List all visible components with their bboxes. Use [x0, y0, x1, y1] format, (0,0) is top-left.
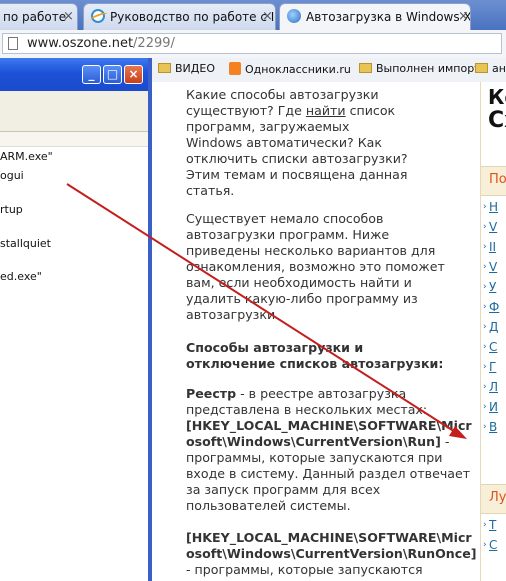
address-bar[interactable]: www.oszone.net/2299/ [2, 33, 502, 54]
registry-paragraph: Реестр - в реестре автозагрузка представ… [186, 386, 428, 417]
bullet-icon: › [483, 422, 487, 432]
sidebar-section-header: По [481, 166, 506, 196]
page-icon [8, 37, 18, 50]
bullet-icon: › [483, 342, 487, 352]
sidebar-link[interactable]: Г [489, 360, 496, 374]
ie-icon [91, 9, 105, 23]
sidebar-section-header: Лу [481, 484, 506, 514]
xp-text-line: stallquiet [0, 237, 51, 250]
section-heading: Способы автозагрузки и отключение списко… [186, 340, 444, 371]
sidebar-link[interactable]: Ф [489, 300, 499, 314]
bookmark-imported[interactable]: Выполнен импорт [359, 62, 481, 75]
bookmark-an[interactable]: ан [475, 62, 506, 75]
ad-text: Сх [488, 108, 506, 133]
minimize-button[interactable]: _ [82, 65, 101, 84]
maximize-button[interactable]: □ [103, 65, 122, 84]
xp-text-line: ed.exe" [0, 270, 42, 283]
article-content: Какие способы автозагрузки существуют? Г… [152, 82, 480, 581]
close-button[interactable]: × [124, 65, 143, 84]
bullet-icon: › [483, 540, 487, 550]
bullet-icon: › [483, 402, 487, 412]
folder-icon [475, 63, 488, 73]
sidebar-link[interactable]: V [489, 220, 497, 234]
bullet-icon: › [483, 282, 487, 292]
sidebar-link[interactable]: И [489, 400, 498, 414]
bullet-icon: › [483, 382, 487, 392]
browser-toolbar: www.oszone.net/2299/ [0, 30, 506, 59]
find-link[interactable]: найти [306, 103, 346, 118]
registry-key-run: [HKEY_LOCAL_MACHINE\SOFTWARE\Microsoft\W… [186, 418, 472, 513]
bullet-icon: › [483, 242, 487, 252]
xp-header-row [0, 132, 148, 147]
globe-icon [287, 9, 301, 23]
xp-text-line: ogui [0, 169, 24, 182]
bookmarks-bar: ВИДЕО Одноклассники.ru Выполнен импорт а… [152, 58, 506, 83]
sidebar-link[interactable]: С [489, 538, 497, 552]
tab-label: Автозагрузка в Windows XF [306, 10, 471, 24]
browser-tab-strip: по работе × Руководство по работе с II ×… [0, 0, 506, 30]
sidebar-link[interactable]: II [489, 240, 496, 254]
tab-guide-ie[interactable]: Руководство по работе с II × [83, 3, 276, 30]
xp-text-line: ARM.exe" [0, 150, 53, 163]
bookmark-video[interactable]: ВИДЕО [158, 62, 215, 75]
sidebar-link[interactable]: T [489, 518, 496, 532]
xp-text-line: rtup [0, 203, 23, 216]
ad-text: Ко [488, 85, 506, 109]
tab-work[interactable]: по работе × [0, 3, 78, 30]
ad-banner[interactable]: Ко Сх [484, 82, 506, 150]
folder-icon [359, 63, 372, 73]
tab-close-icon[interactable]: × [262, 5, 273, 29]
sidebar-link[interactable]: Д [489, 320, 498, 334]
registry-key-runonce: [HKEY_LOCAL_MACHINE\SOFTWARE\Microsoft\W… [186, 530, 477, 577]
bullet-icon: › [483, 520, 487, 530]
sidebar-link[interactable]: Л [489, 380, 498, 394]
tab-label: по работе [3, 10, 67, 24]
tab-close-icon[interactable]: × [458, 5, 469, 29]
sidebar-link[interactable]: V [489, 260, 497, 274]
bullet-icon: › [483, 302, 487, 312]
right-sidebar: Ко Сх По ›Н›V›II›V›У›Ф›Д›С›Г›Л›И›В Лу ›T… [480, 82, 506, 581]
tab-autoload-windows[interactable]: Автозагрузка в Windows XF × [279, 3, 471, 30]
xp-titlebar[interactable]: _ □ × [0, 58, 148, 91]
xp-window: _ □ × ARM.exe" ogui rtup stallquiet ed.e… [0, 58, 152, 581]
methods-paragraph: Существует немало способов автозагрузки … [186, 211, 445, 322]
intro-paragraph: Какие способы автозагрузки существуют? Г… [186, 87, 408, 198]
bullet-icon: › [483, 322, 487, 332]
url-text[interactable]: www.oszone.net/2299/ [27, 36, 175, 51]
folder-icon [158, 63, 171, 73]
bullet-icon: › [483, 222, 487, 232]
sidebar-link[interactable]: С [489, 340, 497, 354]
tab-label: Руководство по работе с II [110, 10, 276, 24]
sidebar-link[interactable]: У [489, 280, 496, 294]
bullet-icon: › [483, 262, 487, 272]
sidebar-link[interactable]: Н [489, 200, 498, 214]
sidebar-link[interactable]: В [489, 420, 497, 434]
bullet-icon: › [483, 202, 487, 212]
bullet-icon: › [483, 362, 487, 372]
bookmark-odnoklassniki[interactable]: Одноклассники.ru [229, 62, 351, 76]
xp-menu-area [0, 91, 148, 132]
odnoklassniki-icon [229, 62, 241, 75]
tab-close-icon[interactable]: × [63, 5, 74, 29]
